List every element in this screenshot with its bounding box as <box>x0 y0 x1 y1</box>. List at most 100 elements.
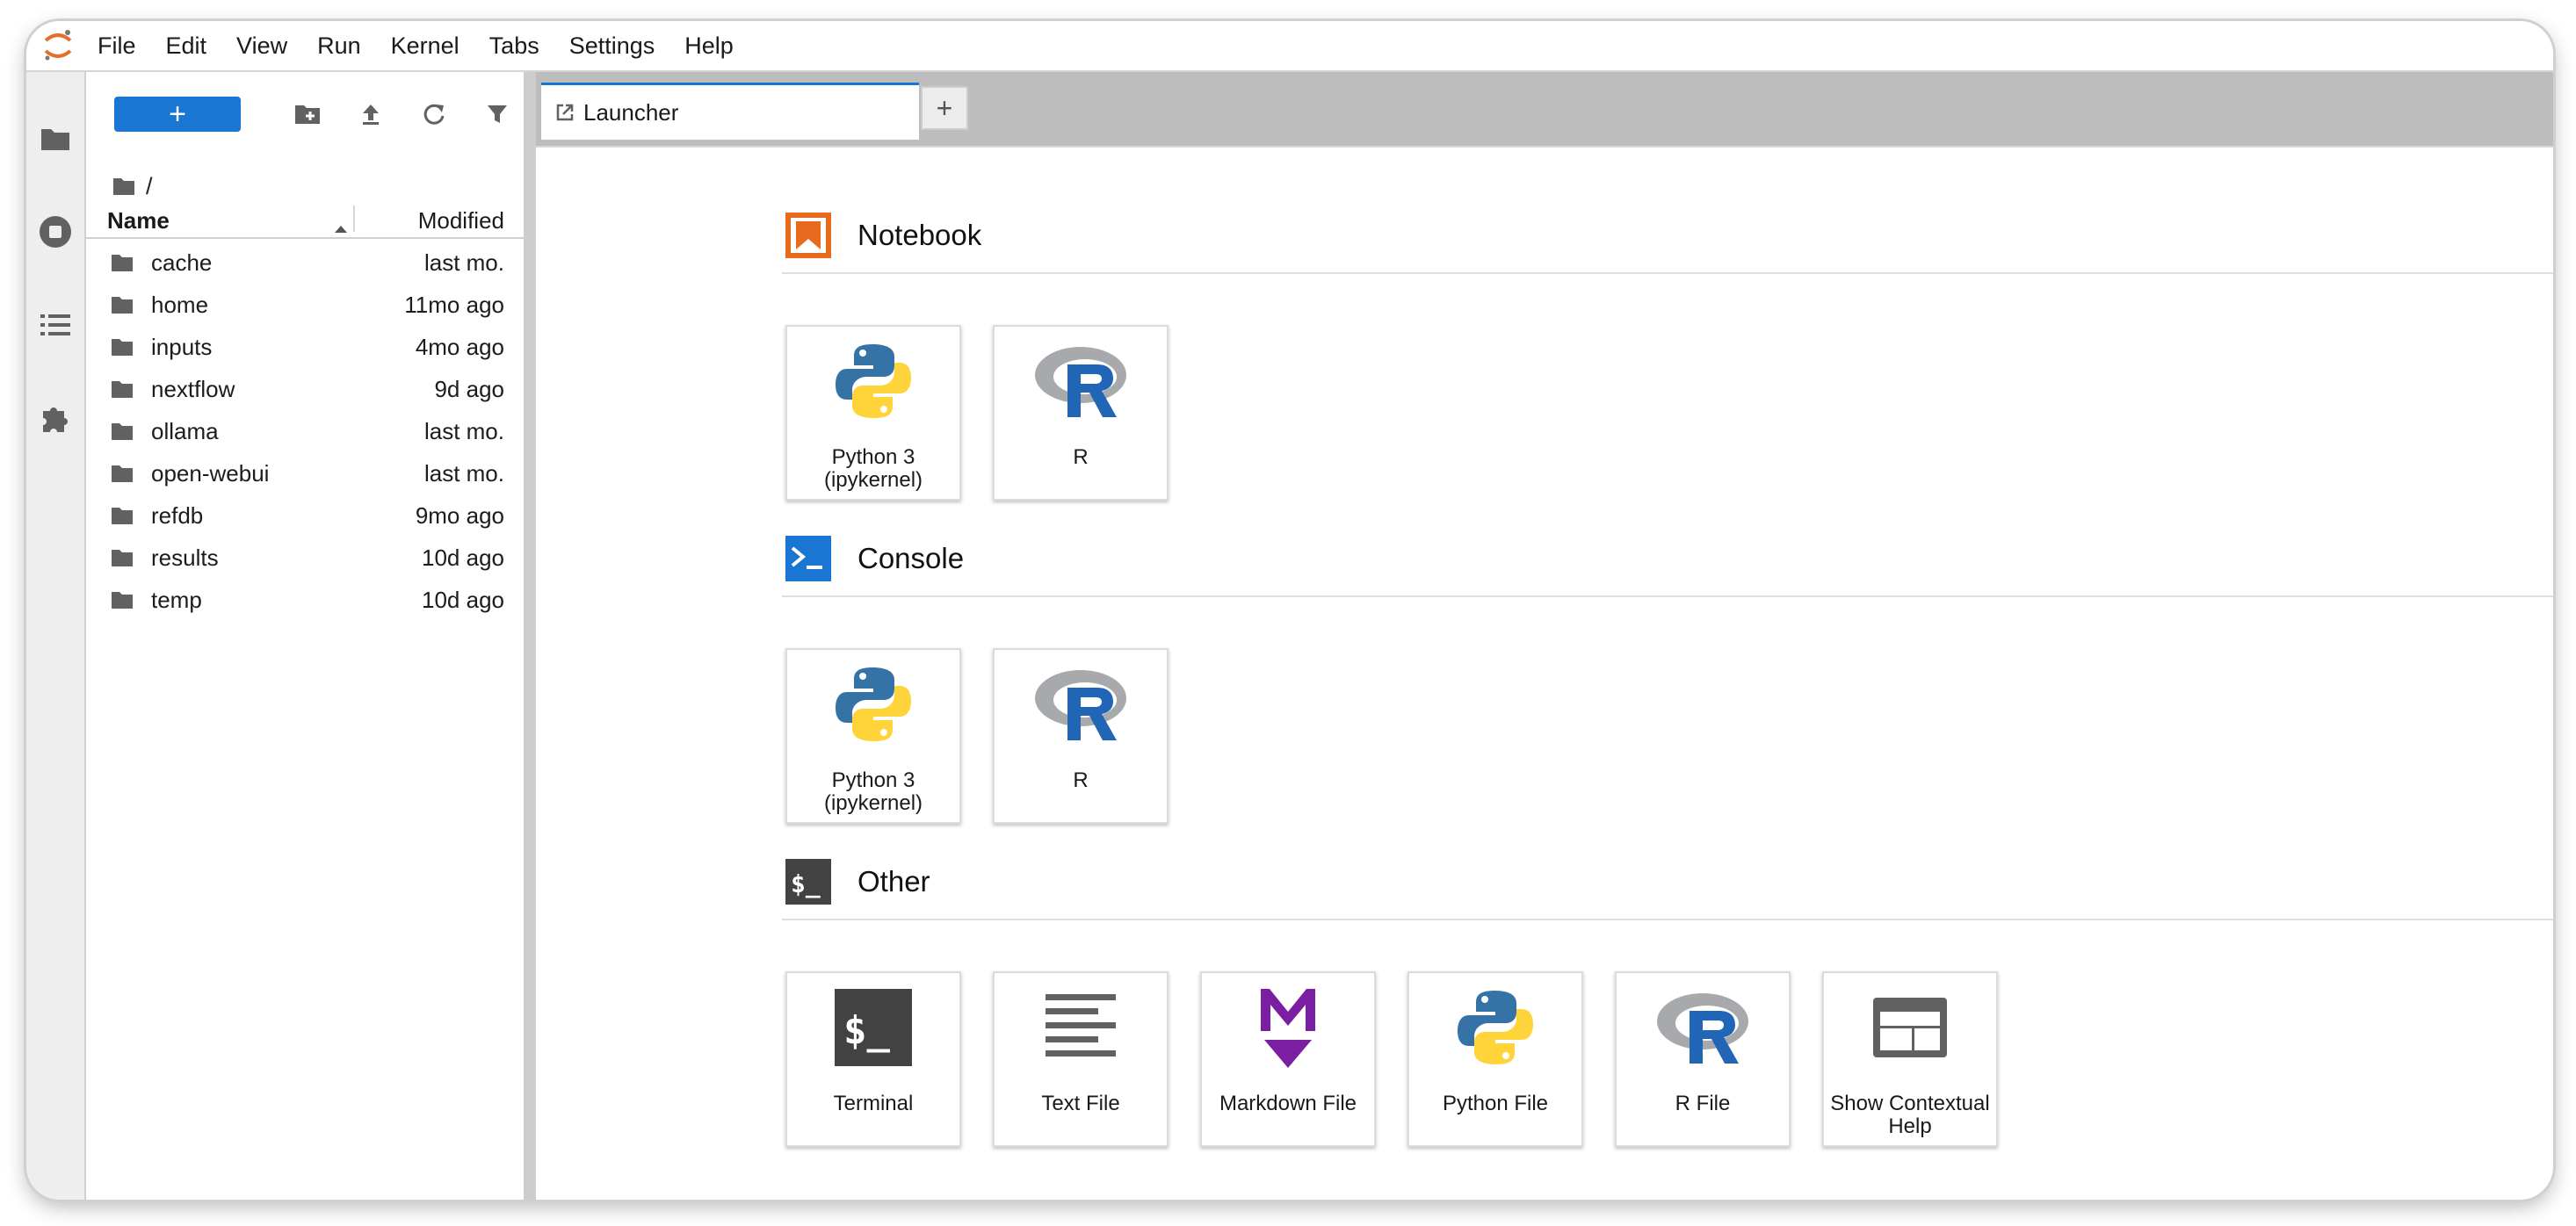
card-label: Python 3 (ipykernel) <box>823 445 923 492</box>
launcher-card-terminal[interactable]: $_ Terminal <box>785 971 961 1147</box>
folder-icon <box>112 255 133 271</box>
column-modified[interactable]: Modified <box>418 207 504 234</box>
file-row-nextflow[interactable]: nextflow 9d ago <box>86 367 524 409</box>
menu-settings[interactable]: Settings <box>554 21 670 70</box>
breadcrumb-root[interactable]: / <box>146 173 153 200</box>
menu-help[interactable]: Help <box>669 21 749 70</box>
tab-bar: Launcher + <box>536 72 2553 148</box>
file-row-home[interactable]: home 11mo ago <box>86 283 524 325</box>
r-logo-icon <box>995 339 1167 423</box>
jupyterlab-window: File Edit View Run Kernel Tabs Settings … <box>26 21 2553 1200</box>
launcher-card-text-file[interactable]: Text File <box>993 971 1169 1147</box>
markdown-icon <box>1202 985 1374 1070</box>
svg-text:$_: $_ <box>791 869 821 898</box>
folder-icon <box>112 465 133 482</box>
list-icon[interactable] <box>26 293 84 357</box>
folder-icon <box>112 381 133 398</box>
file-row-inputs[interactable]: inputs 4mo ago <box>86 325 524 367</box>
add-tab-button[interactable]: + <box>921 86 968 130</box>
file-modified: last mo. <box>423 418 504 444</box>
file-list-header: Name Modified <box>86 200 524 239</box>
folder-icon <box>112 339 133 356</box>
main-area: Launcher + Notebook Python 3 (ipykernel)… <box>536 72 2553 1200</box>
card-label: Python 3 (ipykernel) <box>823 768 923 815</box>
file-row-refdb[interactable]: refdb 9mo ago <box>86 494 524 536</box>
card-label: Terminal <box>833 1092 914 1115</box>
launcher-card-python-file[interactable]: Python File <box>1407 971 1583 1147</box>
file-modified: 10d ago <box>422 587 504 613</box>
card-label: R File <box>1675 1092 1731 1115</box>
card-label: Text File <box>1041 1092 1120 1115</box>
sort-ascending-icon <box>334 213 348 240</box>
launcher-card-console-r[interactable]: R <box>993 648 1169 824</box>
file-row-temp[interactable]: temp 10d ago <box>86 578 524 620</box>
card-label: Markdown File <box>1219 1092 1357 1115</box>
menu-file[interactable]: File <box>83 21 151 70</box>
card-label: Show Contextual Help <box>1830 1092 1990 1138</box>
breadcrumb-folder-icon[interactable] <box>112 177 135 196</box>
file-modified: 9mo ago <box>415 502 504 529</box>
tab-launcher[interactable]: Launcher <box>541 83 919 140</box>
section-console-header: Console <box>784 534 964 583</box>
card-label: Python File <box>1442 1092 1549 1115</box>
tab-bar-divider <box>536 146 2553 148</box>
menu-kernel[interactable]: Kernel <box>376 21 474 70</box>
section-other-header: $_ Other <box>784 857 930 906</box>
launcher-card-console-python3[interactable]: Python 3 (ipykernel) <box>785 648 961 824</box>
launcher-card-markdown-file[interactable]: Markdown File <box>1200 971 1376 1147</box>
file-list: cache last mo. home 11mo ago inputs 4mo … <box>86 241 524 620</box>
file-modified: 10d ago <box>422 544 504 571</box>
card-label: R <box>1073 768 1089 792</box>
file-name: cache <box>151 249 213 276</box>
file-row-ollama[interactable]: ollama last mo. <box>86 409 524 451</box>
upload-icon[interactable] <box>351 95 390 133</box>
section-title: Notebook <box>857 219 982 251</box>
r-logo-icon <box>1617 985 1789 1070</box>
file-row-cache[interactable]: cache last mo. <box>86 241 524 283</box>
file-name: ollama <box>151 418 219 444</box>
stop-circle-icon[interactable] <box>26 200 84 263</box>
refresh-icon[interactable] <box>415 95 453 133</box>
menu-tabs[interactable]: Tabs <box>474 21 554 70</box>
panel-splitter[interactable] <box>524 72 536 1200</box>
text-file-icon <box>995 985 1167 1070</box>
folder-icon <box>112 423 133 440</box>
launcher-card-contextual-help[interactable]: Show Contextual Help <box>1822 971 1998 1147</box>
launcher-icon <box>556 104 574 121</box>
folder-icon <box>112 592 133 609</box>
new-folder-icon[interactable] <box>288 95 327 133</box>
file-name: temp <box>151 587 202 613</box>
column-divider[interactable] <box>353 206 355 232</box>
file-name: home <box>151 292 209 318</box>
section-notebook-header: Notebook <box>784 211 981 260</box>
menu-edit[interactable]: Edit <box>151 21 222 70</box>
new-launcher-button[interactable]: + <box>114 97 241 132</box>
section-divider <box>782 595 2553 597</box>
folder-icon[interactable] <box>26 107 84 170</box>
notebook-bookmark-icon <box>785 213 831 258</box>
folder-icon <box>112 550 133 566</box>
r-logo-icon <box>995 662 1167 746</box>
activity-bar <box>26 72 86 1200</box>
file-row-open-webui[interactable]: open-webui last mo. <box>86 451 524 494</box>
file-name: inputs <box>151 334 213 360</box>
menu-view[interactable]: View <box>221 21 302 70</box>
launcher-card-notebook-r[interactable]: R <box>993 325 1169 501</box>
file-modified: 11mo ago <box>404 292 504 318</box>
filter-icon[interactable] <box>478 95 517 133</box>
file-row-results[interactable]: results 10d ago <box>86 536 524 578</box>
file-name: results <box>151 544 219 571</box>
console-icon <box>785 536 831 581</box>
svg-text:$_: $_ <box>843 1008 890 1053</box>
other-terminal-icon: $_ <box>785 859 831 905</box>
file-name: refdb <box>151 502 204 529</box>
launcher-card-r-file[interactable]: R File <box>1615 971 1791 1147</box>
puzzle-icon[interactable] <box>26 386 84 450</box>
column-name[interactable]: Name <box>107 207 170 234</box>
file-modified: 4mo ago <box>415 334 504 360</box>
contextual-help-icon <box>1824 985 1996 1070</box>
menu-run[interactable]: Run <box>302 21 376 70</box>
file-modified: last mo. <box>423 460 504 487</box>
file-browser-toolbar: + <box>86 72 524 149</box>
launcher-card-notebook-python3[interactable]: Python 3 (ipykernel) <box>785 325 961 501</box>
